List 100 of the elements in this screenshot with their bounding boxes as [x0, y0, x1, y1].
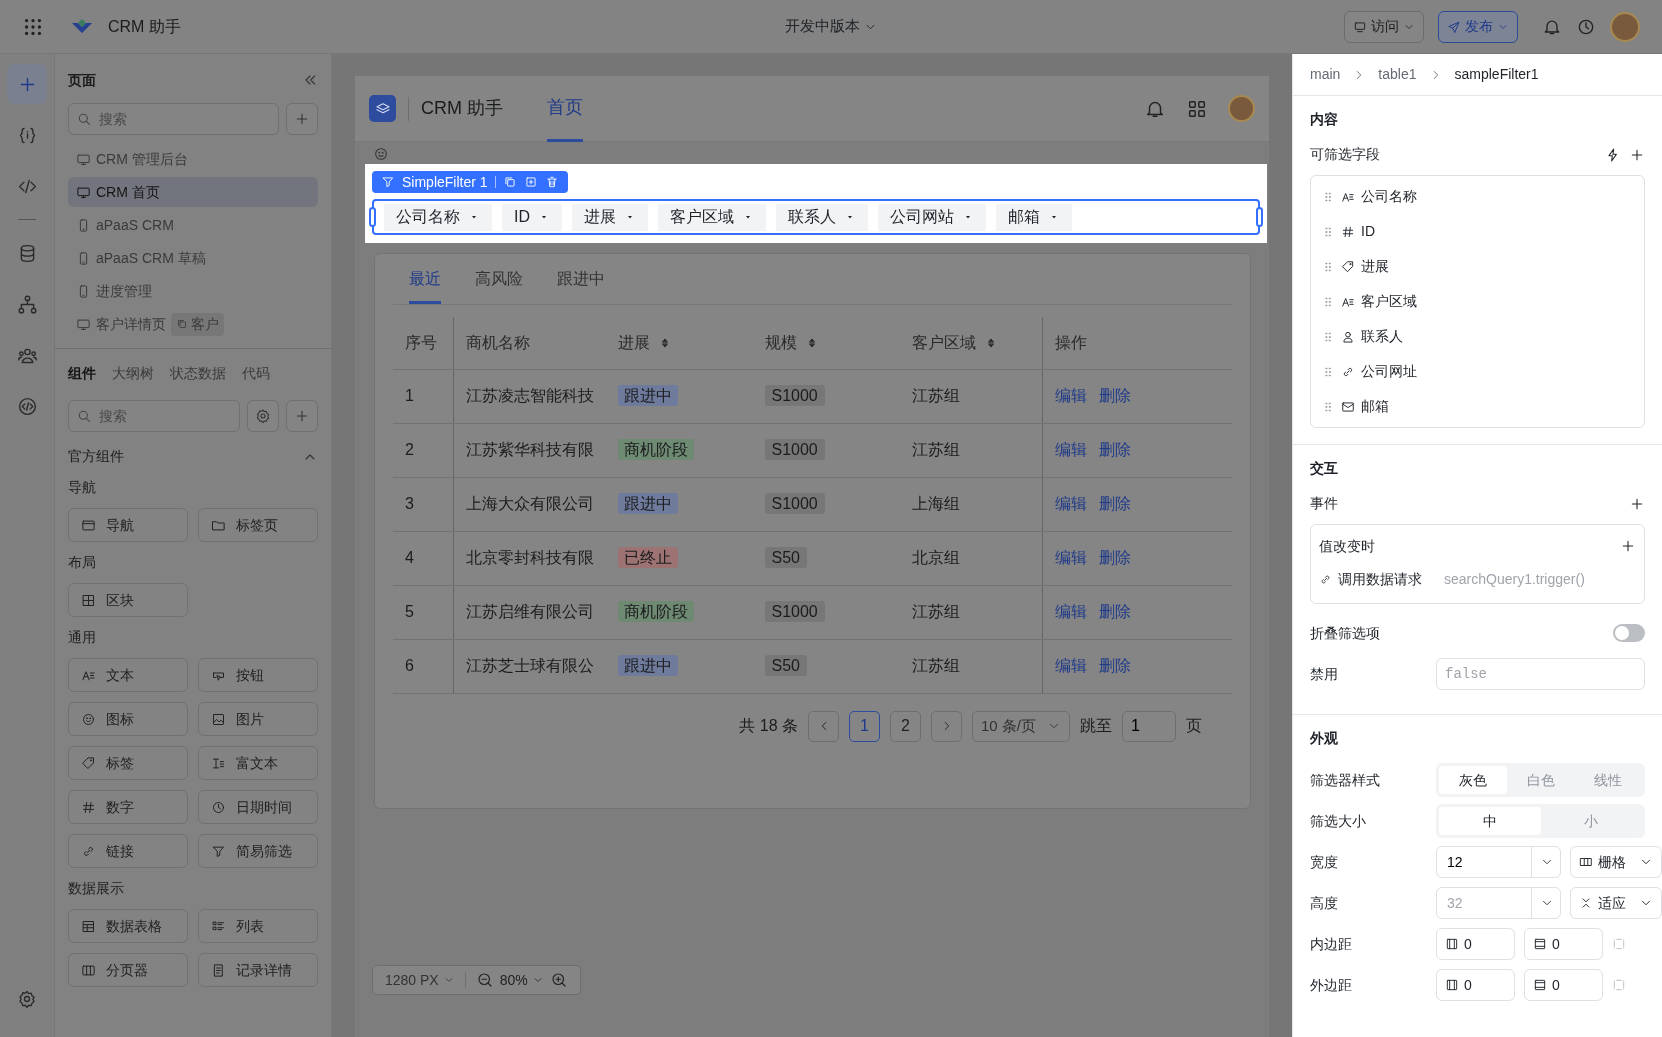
edit-link[interactable]: 编辑: [1055, 387, 1087, 404]
spacing-field[interactable]: 0: [1524, 928, 1603, 960]
search-field[interactable]: 搜索: [68, 400, 240, 432]
field-item[interactable]: 邮箱: [1311, 389, 1644, 424]
unit-select[interactable]: 适应: [1570, 887, 1662, 919]
number-field[interactable]: 32: [1436, 887, 1561, 919]
edit-link[interactable]: 编辑: [1055, 603, 1087, 620]
filter-dropdown[interactable]: 邮箱: [996, 203, 1072, 231]
filter-dropdown[interactable]: 联系人: [776, 203, 868, 231]
component-item[interactable]: 记录详情: [198, 953, 318, 987]
version-dropdown[interactable]: 开发中版本: [784, 15, 878, 38]
field-item[interactable]: 联系人: [1311, 319, 1644, 354]
segment-option[interactable]: 灰色: [1439, 766, 1507, 794]
component-item[interactable]: 日期时间: [198, 790, 318, 824]
segment-option[interactable]: 白色: [1506, 766, 1575, 794]
table-tab[interactable]: 高风险: [475, 267, 523, 304]
page-button[interactable]: 2: [890, 710, 921, 742]
filter-dropdown[interactable]: 公司网站: [878, 203, 986, 231]
user-avatar[interactable]: [1610, 11, 1640, 42]
component-item[interactable]: 数字: [68, 790, 188, 824]
page-item[interactable]: aPaaS CRM: [68, 210, 318, 240]
edit-link[interactable]: 编辑: [1055, 549, 1087, 566]
zoom-in-button[interactable]: [549, 971, 568, 989]
resize-handle[interactable]: [369, 207, 376, 227]
component-item[interactable]: 标签: [68, 746, 188, 780]
add-button[interactable]: [286, 400, 318, 432]
delete-link[interactable]: 删除: [1099, 441, 1131, 458]
filter-dropdown[interactable]: ID: [502, 203, 562, 231]
field-label: 可筛选字段: [1310, 145, 1380, 164]
panel-tab[interactable]: 状态数据: [170, 363, 226, 384]
panel-tab[interactable]: 大纲树: [112, 363, 154, 384]
page-item[interactable]: CRM 首页: [68, 177, 318, 207]
field-item[interactable]: 公司网址: [1311, 354, 1644, 389]
component-item[interactable]: 数据表格: [68, 909, 188, 943]
field-item[interactable]: 客户区域: [1311, 284, 1644, 319]
edit-link[interactable]: 编辑: [1055, 441, 1087, 458]
jump-page-field[interactable]: 1: [1122, 710, 1176, 742]
page-button[interactable]: 1: [849, 710, 880, 742]
component-item[interactable]: 富文本: [198, 746, 318, 780]
unit-select[interactable]: 栅格: [1570, 846, 1662, 878]
delete-link[interactable]: 删除: [1099, 495, 1131, 512]
segment-option[interactable]: 线性: [1574, 766, 1642, 794]
component-item[interactable]: 区块: [68, 583, 188, 617]
component-item[interactable]: 列表: [198, 909, 318, 943]
add-action-button[interactable]: [1620, 538, 1636, 554]
segment-option[interactable]: 中: [1439, 807, 1541, 835]
publish-button[interactable]: 发布: [1438, 10, 1518, 43]
component-item[interactable]: 图标: [68, 702, 188, 736]
spacing-field[interactable]: 0: [1524, 969, 1603, 1001]
page-item[interactable]: 进度管理: [68, 276, 318, 306]
search-field[interactable]: 搜索: [68, 103, 279, 135]
breadcrumb-item[interactable]: main: [1310, 64, 1341, 85]
component-item[interactable]: 文本: [68, 658, 188, 692]
monitor-icon: [76, 316, 91, 332]
field-item[interactable]: 进展: [1311, 249, 1644, 284]
page-item[interactable]: CRM 管理后台: [68, 144, 318, 174]
zoom-out-button[interactable]: [475, 971, 494, 989]
component-item[interactable]: 标签页: [198, 508, 318, 542]
event-action[interactable]: 调用数据请求: [1338, 568, 1422, 590]
segment-option[interactable]: 小: [1540, 807, 1642, 835]
component-item[interactable]: 链接: [68, 834, 188, 868]
filter-dropdown[interactable]: 公司名称: [384, 203, 492, 231]
document-icon: [211, 962, 226, 978]
spacing-field[interactable]: 0: [1436, 969, 1515, 1001]
table-tab[interactable]: 最近: [409, 267, 441, 304]
delete-link[interactable]: 删除: [1099, 387, 1131, 404]
panel-tab[interactable]: 代码: [242, 363, 270, 384]
component-item[interactable]: 按钮: [198, 658, 318, 692]
page-label: 客户详情页: [96, 314, 166, 334]
visit-button[interactable]: 访问: [1344, 10, 1424, 43]
component-item[interactable]: 分页器: [68, 953, 188, 987]
field-item[interactable]: 公司名称: [1311, 179, 1644, 214]
edit-link[interactable]: 编辑: [1055, 495, 1087, 512]
spacing-field[interactable]: 0: [1436, 928, 1515, 960]
nav-tab[interactable]: 首页: [547, 75, 583, 142]
delete-link[interactable]: 删除: [1099, 603, 1131, 620]
add-button[interactable]: [286, 103, 318, 135]
component-item[interactable]: 图片: [198, 702, 318, 736]
page-item[interactable]: 客户详情页 客户: [68, 309, 318, 339]
collapse-toggle[interactable]: [1613, 624, 1645, 642]
page-item[interactable]: aPaaS CRM 草稿: [68, 243, 318, 273]
number-field[interactable]: 12: [1436, 846, 1561, 878]
component-item[interactable]: 简易筛选: [198, 834, 318, 868]
table-tab[interactable]: 跟进中: [557, 267, 605, 304]
delete-link[interactable]: 删除: [1099, 549, 1131, 566]
filter-dropdown[interactable]: 客户区域: [658, 203, 766, 231]
resize-handle[interactable]: [1256, 207, 1263, 227]
breadcrumb-item[interactable]: table1: [1378, 64, 1417, 85]
breadcrumb-item[interactable]: sampleFilter1: [1454, 64, 1539, 85]
panel-tab[interactable]: 组件: [68, 363, 96, 384]
zoom-select[interactable]: 80%: [499, 969, 544, 991]
component-item[interactable]: 导航: [68, 508, 188, 542]
canvas-width-select[interactable]: 1280 PX: [385, 969, 455, 991]
filter-dropdown[interactable]: 进展: [572, 203, 648, 231]
edit-link[interactable]: 编辑: [1055, 657, 1087, 674]
settings-button[interactable]: [247, 400, 279, 432]
page-size-select[interactable]: 10 条/页: [972, 710, 1070, 742]
field-item[interactable]: ID: [1311, 214, 1644, 249]
delete-link[interactable]: 删除: [1099, 657, 1131, 674]
field-label: 内边距: [1310, 934, 1353, 954]
